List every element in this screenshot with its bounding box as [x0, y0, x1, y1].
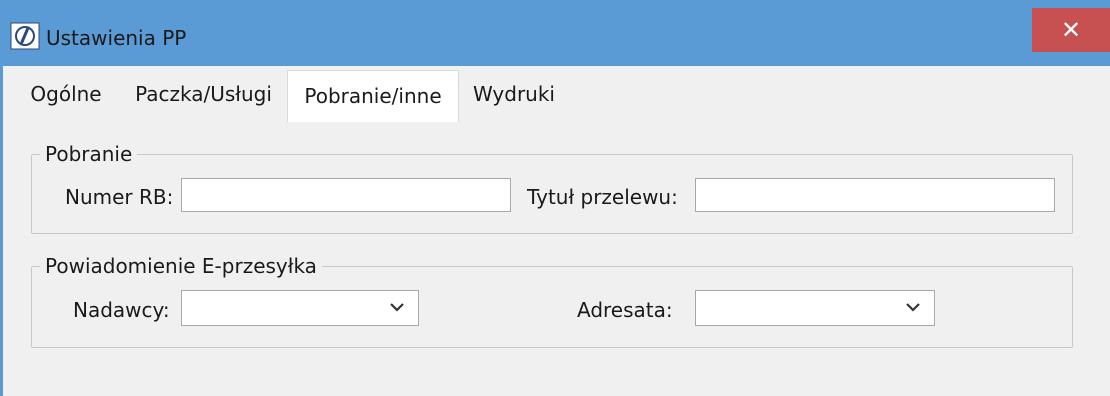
- title-bar[interactable]: Ustawienia PP ✕: [0, 0, 1110, 66]
- tab-wydruki[interactable]: Wydruki: [458, 66, 570, 122]
- tytul-przelewu-input[interactable]: [695, 178, 1055, 212]
- adresata-label: Adresata:: [577, 298, 673, 322]
- tab-content: Pobranie Numer RB: Tytuł przelewu: Powia…: [3, 122, 1110, 396]
- adresata-select[interactable]: [695, 290, 935, 326]
- window-left-border: [0, 0, 3, 396]
- nadawcy-select[interactable]: [181, 290, 419, 326]
- tab-ogolne[interactable]: Ogólne: [11, 66, 121, 122]
- nadawcy-label: Nadawcy:: [73, 298, 170, 322]
- numer-rb-label: Numer RB:: [65, 185, 174, 209]
- window-title: Ustawienia PP: [46, 26, 187, 50]
- close-icon: ✕: [1060, 16, 1082, 44]
- powiadomienie-legend: Powiadomienie E-przesyłka: [45, 254, 317, 278]
- tab-strip: Ogólne Paczka/Usługi Pobranie/inne Wydru…: [3, 66, 1110, 124]
- chevron-down-icon: [390, 303, 404, 312]
- app-logo-icon: [10, 22, 40, 50]
- chevron-down-icon: [906, 303, 920, 312]
- pobranie-legend: Pobranie: [45, 142, 133, 166]
- numer-rb-input[interactable]: [181, 178, 511, 212]
- settings-window: Ustawienia PP ✕ Ogólne Paczka/Usługi Pob…: [0, 0, 1110, 396]
- tab-pobranie-inne[interactable]: Pobranie/inne: [287, 70, 459, 124]
- tytul-przelewu-label: Tytuł przelewu:: [527, 185, 678, 209]
- close-button[interactable]: ✕: [1032, 8, 1110, 52]
- tab-paczka-uslugi[interactable]: Paczka/Usługi: [121, 66, 286, 122]
